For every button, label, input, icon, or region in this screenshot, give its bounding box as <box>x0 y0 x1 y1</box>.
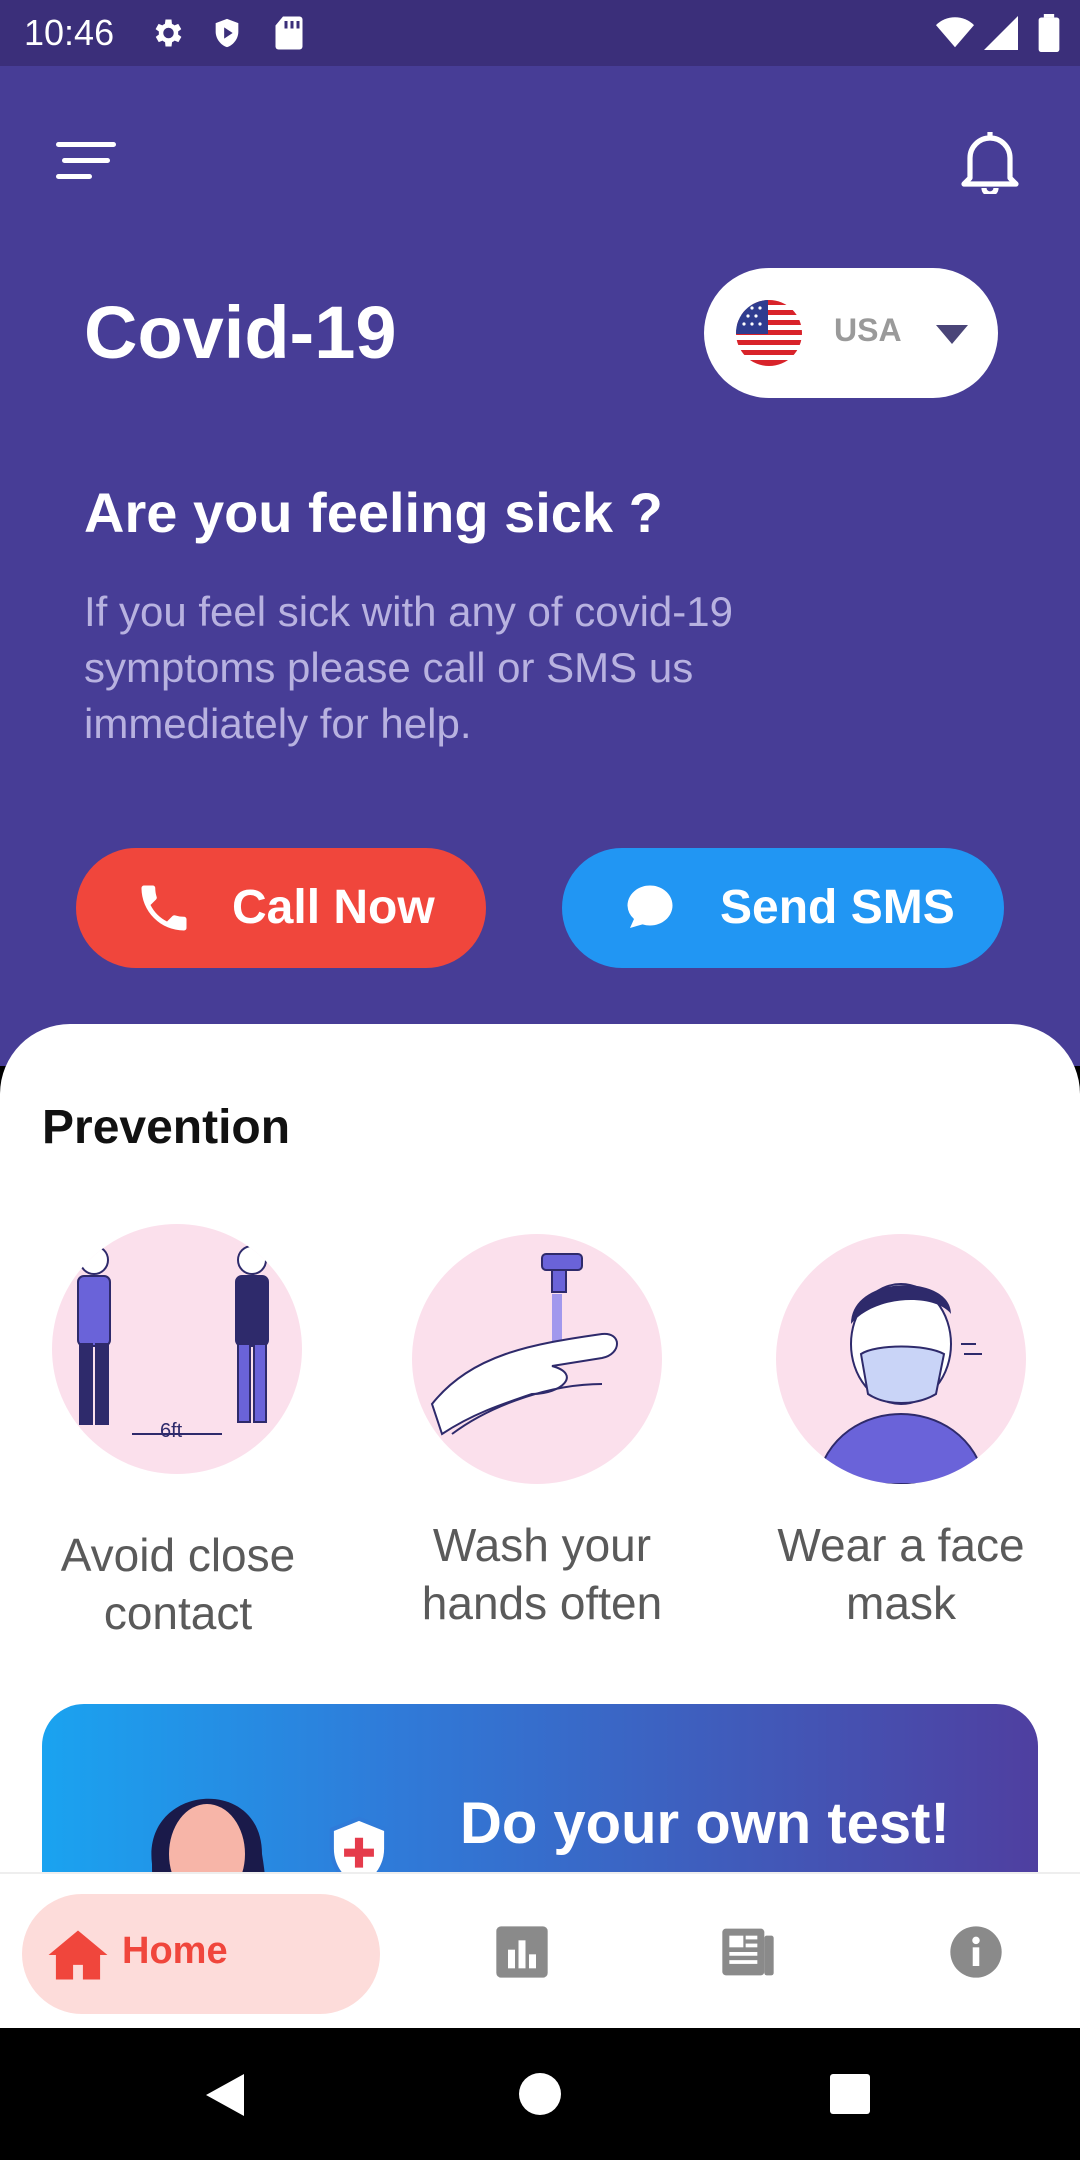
face-mask-illustration <box>776 1234 1026 1484</box>
prevention-title: Prevention <box>42 1101 291 1154</box>
nav-home[interactable]: Home <box>22 1894 380 2014</box>
sd-card-icon <box>270 14 308 52</box>
battery-icon <box>1030 14 1068 52</box>
usa-flag-icon <box>736 300 802 366</box>
call-now-label: Call Now <box>232 881 435 934</box>
label-line: mask <box>846 1577 956 1629</box>
shield-icon <box>208 14 246 52</box>
prevention-label-face-mask: Wear a face mask <box>731 1516 1071 1632</box>
chat-bubble-icon <box>620 878 680 938</box>
country-selector[interactable]: USA <box>704 268 998 398</box>
home-icon <box>48 1928 108 1982</box>
status-time: 10:46 <box>24 12 115 53</box>
label-line: hands often <box>421 1577 663 1629</box>
nav-home-label: Home <box>122 1930 228 1972</box>
news-icon[interactable] <box>720 1924 776 1980</box>
settings-icon <box>148 14 186 52</box>
wifi-icon <box>936 14 974 52</box>
label-line: Wash your <box>432 1519 652 1571</box>
sick-description: If you feel sick with any of covid-19 sy… <box>84 588 733 747</box>
info-icon[interactable] <box>948 1924 1004 1980</box>
signal-icon <box>982 14 1020 52</box>
system-navigation-bar <box>0 2028 1080 2160</box>
back-icon[interactable] <box>204 2072 246 2123</box>
country-label: USA <box>834 312 902 348</box>
page-title: Covid-19 <box>84 291 397 374</box>
recents-icon[interactable] <box>830 2074 870 2119</box>
notification-bell-icon[interactable] <box>960 128 1020 197</box>
label-line: contact <box>103 1587 253 1639</box>
caret-down-icon <box>934 322 970 346</box>
sick-question-heading: Are you feeling sick ? <box>84 481 663 544</box>
phone-icon <box>134 878 194 938</box>
distance-text: 6ft <box>160 1420 183 1442</box>
bottom-navigation: Home <box>0 1872 1080 2028</box>
label-line: Avoid close <box>60 1529 296 1581</box>
self-test-title: Do your own test! <box>460 1791 950 1856</box>
prevention-label-distance: Avoid close contact <box>8 1526 348 1642</box>
status-bar: 10:46 <box>0 0 1080 66</box>
menu-button[interactable] <box>56 142 120 182</box>
send-sms-button[interactable]: Send SMS <box>562 848 1004 968</box>
stats-icon[interactable] <box>494 1924 550 1980</box>
prevention-label-wash-hands: Wash your hands often <box>372 1516 712 1632</box>
hand-wash-illustration <box>412 1234 662 1484</box>
home-circle-icon[interactable] <box>518 2072 562 2121</box>
call-now-button[interactable]: Call Now <box>76 848 486 968</box>
send-sms-label: Send SMS <box>720 881 955 934</box>
label-line: Wear a face <box>777 1519 1025 1571</box>
